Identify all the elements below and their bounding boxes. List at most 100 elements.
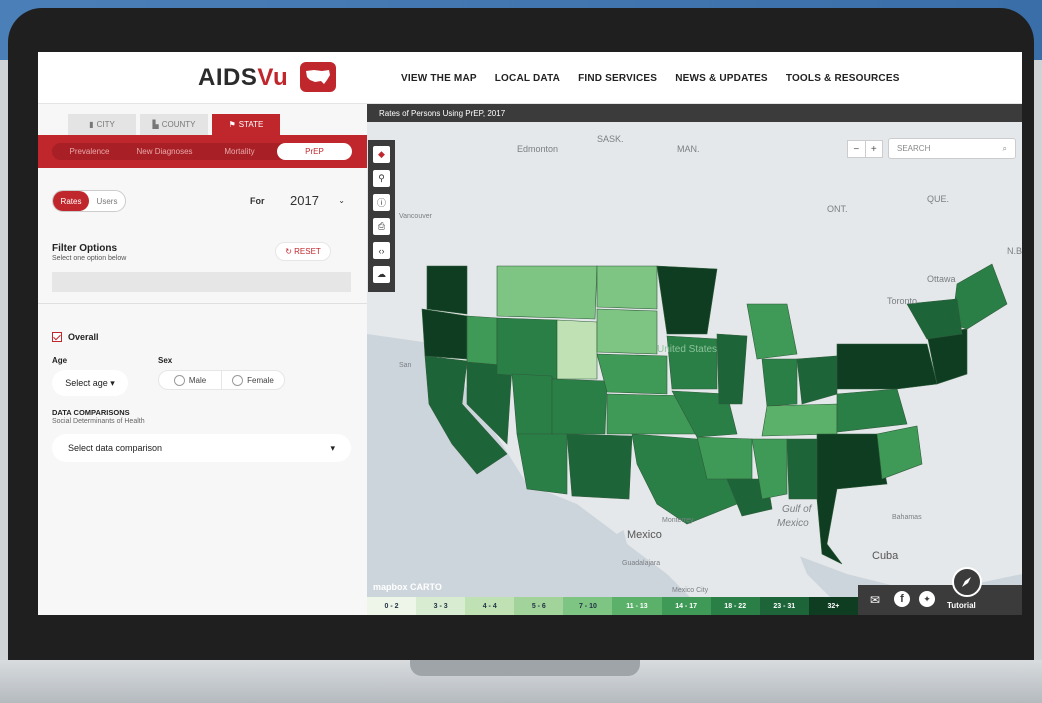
nav-news-updates[interactable]: NEWS & UPDATES <box>675 73 768 84</box>
caret-down-icon: ▾ <box>330 442 335 453</box>
nav-find-services[interactable]: FIND SERVICES <box>578 73 657 84</box>
main-nav: VIEW THE MAP LOCAL DATA FIND SERVICES NE… <box>401 73 900 84</box>
usa-map-logo-icon <box>300 62 336 92</box>
radio-icon <box>232 374 244 386</box>
age-select-text: Select age <box>65 378 108 388</box>
app-screen: AIDSVu VIEW THE MAP LOCAL DATA FIND SERV… <box>38 52 1022 615</box>
comparisons-subtitle: Social Determinants of Health <box>52 418 145 425</box>
download-icon[interactable]: ☁ <box>373 266 390 283</box>
facebook-icon[interactable]: f <box>894 591 910 607</box>
building-icon: ▮ <box>89 120 94 129</box>
map-panel[interactable]: Rates of Persons Using PrEP, 2017 Edmont… <box>367 104 1022 615</box>
social-bar: ✉ f ✦ <box>858 585 1022 615</box>
tab-county[interactable]: ▙ COUNTY <box>140 114 208 135</box>
nav-local-data[interactable]: LOCAL DATA <box>495 73 560 84</box>
tab-state[interactable]: ⚑ STATE <box>212 114 280 135</box>
compass-icon[interactable] <box>952 567 982 597</box>
zoom-in-button[interactable]: + <box>866 141 883 157</box>
female-option[interactable]: Female <box>222 371 284 389</box>
search-placeholder: SEARCH <box>897 144 931 153</box>
laptop-frame: AIDSVu VIEW THE MAP LOCAL DATA FIND SERV… <box>0 0 1042 703</box>
map-label: Ottawa <box>927 274 956 284</box>
search-icon: ⌕ <box>1002 143 1007 153</box>
legend-bin: 11 - 13 <box>612 597 662 615</box>
year-value: 2017 <box>290 193 319 208</box>
email-icon[interactable]: ✉ <box>870 593 880 607</box>
map-label: QUE. <box>927 194 950 204</box>
tab-city[interactable]: ▮ CITY <box>68 114 136 135</box>
map-label: Vancouver <box>399 213 432 220</box>
comparisons-title: DATA COMPARISONS <box>52 408 130 417</box>
zoom-out-button[interactable]: − <box>848 141 866 157</box>
twitter-icon[interactable]: ✦ <box>919 591 935 607</box>
sidebar: ▮ CITY ▙ COUNTY ⚑ STATE Prevalence New Diag… <box>38 104 367 615</box>
measure-bar: Prevalence New Diagnoses Mortality PrEP <box>38 135 367 168</box>
map-label: Monterrey <box>662 517 694 524</box>
tab-county-label: COUNTY <box>161 120 196 129</box>
map-label: SASK. <box>597 134 624 144</box>
map-label: Cuba <box>872 550 899 562</box>
map-label: United States <box>657 344 718 355</box>
map-label: ONT. <box>827 204 848 214</box>
layers-icon[interactable]: ◆ <box>373 146 390 163</box>
comparison-select[interactable]: Select data comparison ▾ <box>52 434 351 462</box>
map-attribution: mapbox CARTO <box>373 582 442 592</box>
filter-title: Filter Options <box>52 243 117 254</box>
tutorial-button[interactable]: Tutorial <box>947 601 976 610</box>
sex-label: Sex <box>158 356 173 365</box>
measure-tabs: Prevalence New Diagnoses Mortality PrEP <box>52 143 352 160</box>
info-icon[interactable]: ⓘ <box>373 194 390 211</box>
rates-users-toggle: Rates Users <box>52 190 126 212</box>
comparison-select-text: Select data comparison <box>68 443 163 453</box>
tab-prevalence[interactable]: Prevalence <box>52 143 127 160</box>
map-toolbar: ◆ ⚲ ⓘ ⎙ ‹› ☁ <box>368 140 395 292</box>
filter-subtitle: Select one option below <box>52 255 127 262</box>
map-label: Bahamas <box>892 514 922 521</box>
map-title: Rates of Persons Using PrEP, 2017 <box>367 104 1022 122</box>
refresh-icon: ↻ <box>285 247 295 256</box>
reset-label: RESET <box>294 247 321 256</box>
map-label: N.B. <box>1007 246 1022 256</box>
year-label: For <box>250 196 265 206</box>
legend-bin: 4 - 4 <box>465 597 515 615</box>
map-label: Mexico <box>777 518 809 529</box>
location-pin-icon[interactable]: ⚲ <box>373 170 390 187</box>
logo-text-b: Vu <box>257 64 289 91</box>
filter-bar[interactable] <box>52 272 351 292</box>
male-option[interactable]: Male <box>159 371 222 389</box>
nav-view-map[interactable]: VIEW THE MAP <box>401 73 477 84</box>
legend-bin: 32+ <box>808 597 858 615</box>
users-button[interactable]: Users <box>89 191 125 211</box>
print-icon[interactable]: ⎙ <box>373 218 390 235</box>
map-label: Mexico <box>627 529 662 541</box>
map-label: Edmonton <box>517 144 559 154</box>
rates-button[interactable]: Rates <box>53 191 89 211</box>
chevron-down-icon: ⌄ <box>338 196 345 205</box>
tab-prep[interactable]: PrEP <box>277 143 352 160</box>
overall-label: Overall <box>68 332 99 342</box>
embed-icon[interactable]: ‹› <box>373 242 390 259</box>
year-select[interactable]: 2017 ⌄ <box>278 188 355 213</box>
age-select[interactable]: Select age ▾ <box>52 370 128 396</box>
tab-mortality[interactable]: Mortality <box>202 143 277 160</box>
legend-bin: 5 - 6 <box>514 597 564 615</box>
map-search-input[interactable]: SEARCH ⌕ <box>888 138 1016 159</box>
map-label: Mexico City <box>672 587 709 594</box>
logo[interactable]: AIDSVu <box>198 64 288 92</box>
flag-icon: ⚑ <box>228 120 236 129</box>
legend-bin: 14 - 17 <box>661 597 711 615</box>
female-label: Female <box>247 375 274 385</box>
top-navigation: AIDSVu VIEW THE MAP LOCAL DATA FIND SERV… <box>38 52 1022 104</box>
map-label: San <box>399 362 412 369</box>
radio-icon <box>173 374 185 386</box>
nav-tools-resources[interactable]: TOOLS & RESOURCES <box>786 73 900 84</box>
map-label: MAN. <box>677 144 700 154</box>
tab-city-label: CITY <box>96 120 115 129</box>
legend-bin: 0 - 2 <box>367 597 417 615</box>
legend-bin: 18 - 22 <box>710 597 760 615</box>
tab-new-diagnoses[interactable]: New Diagnoses <box>127 143 202 160</box>
divider <box>38 303 367 304</box>
reset-button[interactable]: ↻ RESET <box>275 242 331 261</box>
overall-checkbox[interactable] <box>52 332 62 342</box>
geo-tabs: ▮ CITY ▙ COUNTY ⚑ STATE <box>68 114 280 135</box>
